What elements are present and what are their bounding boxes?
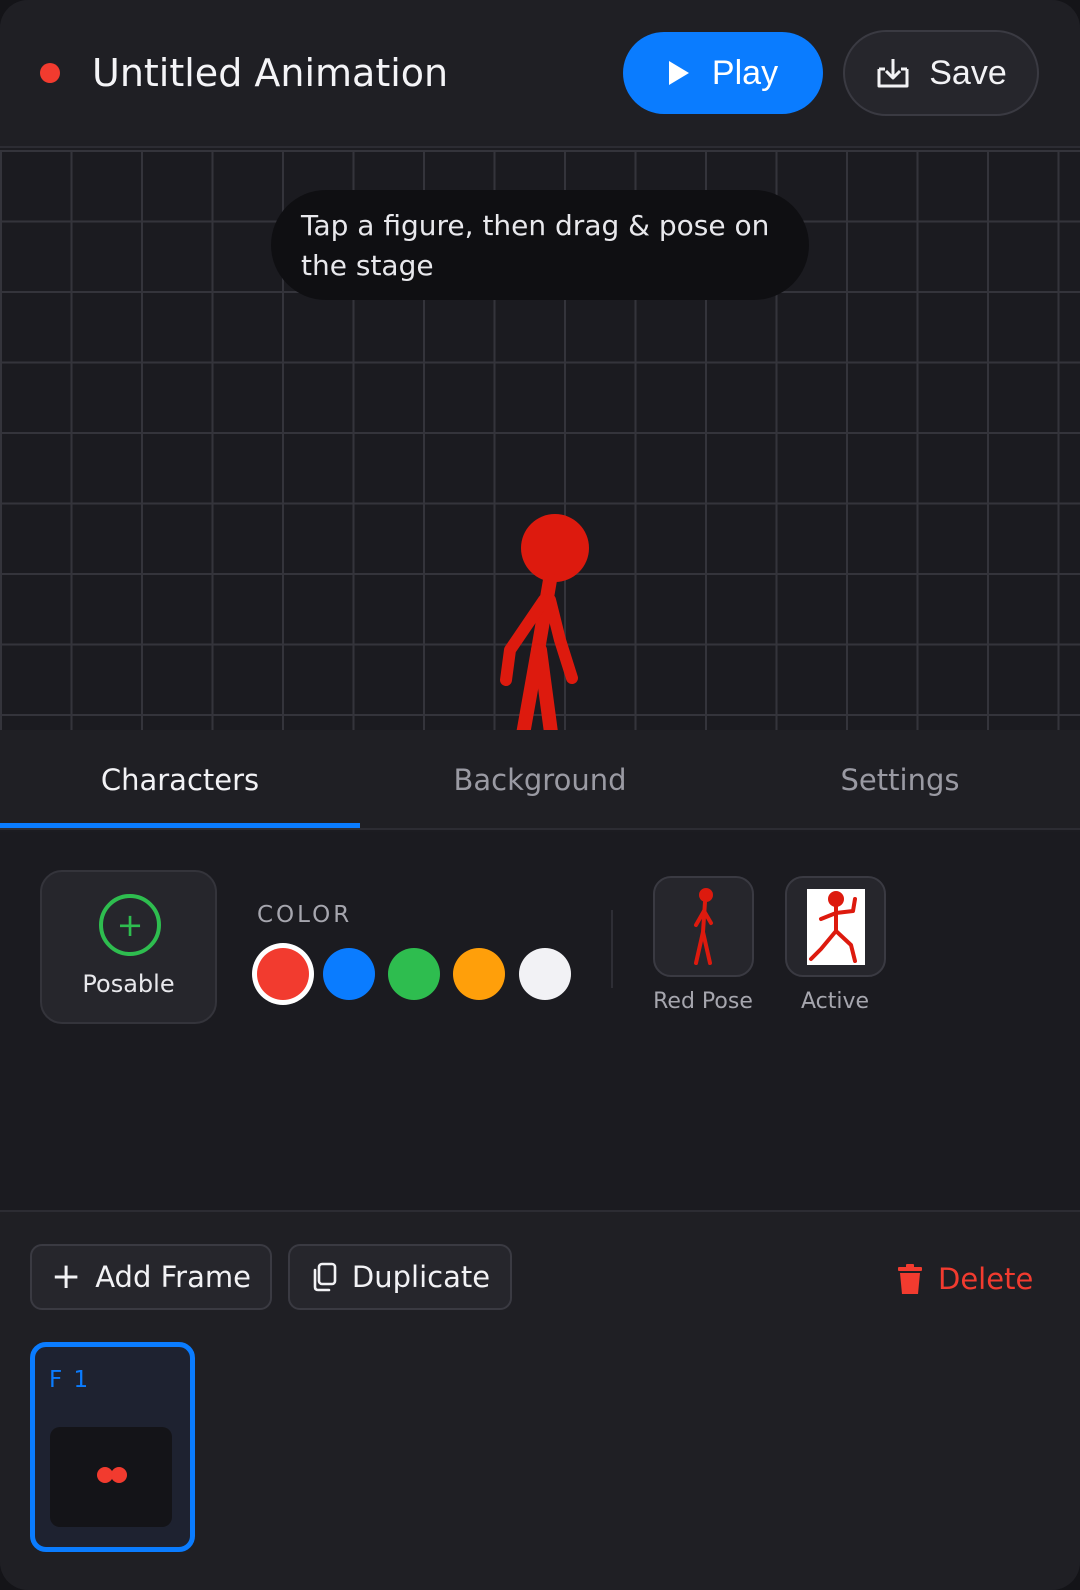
app-window: Untitled Animation Play Save Tap a figur… [0, 0, 1080, 1590]
duplicate-button[interactable]: Duplicate [288, 1244, 512, 1310]
play-icon [668, 61, 689, 85]
pose-card-active[interactable] [785, 876, 886, 977]
active-tab-indicator [0, 823, 360, 828]
color-swatch-white[interactable] [519, 948, 571, 1000]
duplicate-label: Duplicate [351, 1260, 491, 1294]
pose-card-red-pose[interactable] [653, 876, 754, 977]
frames-section: + Add Frame Duplicate Delete F 1 [0, 1210, 1080, 1590]
pose-label-active: Active [800, 989, 870, 1014]
play-label: Play [711, 53, 779, 92]
panel-tabs: Characters Background Settings [0, 730, 1080, 830]
save-label: Save [929, 53, 1007, 92]
pose-label-red-pose: Red Pose [653, 989, 753, 1014]
trash-icon [898, 1264, 922, 1294]
posable-figure-button[interactable]: + Posable [40, 870, 217, 1024]
frame-preview [50, 1427, 172, 1527]
color-swatch-blue[interactable] [323, 948, 375, 1000]
panel-divider [611, 910, 613, 988]
color-section-label: COLOR [257, 902, 353, 928]
add-frame-label: Add Frame [95, 1260, 251, 1294]
add-frame-button[interactable]: + Add Frame [30, 1244, 272, 1310]
tab-characters[interactable]: Characters [0, 730, 360, 830]
characters-panel: + Posable COLOR Red Pose Active [0, 832, 1080, 1210]
plus-icon: + [51, 1256, 82, 1297]
animation-title[interactable]: Untitled Animation [92, 48, 448, 98]
delete-label: Delete [938, 1262, 1034, 1296]
frame-preview-figure [97, 1467, 127, 1483]
save-button[interactable]: Save [843, 30, 1039, 116]
download-icon [877, 59, 909, 88]
stick-figure[interactable] [480, 510, 620, 730]
tab-settings[interactable]: Settings [720, 730, 1080, 830]
active-stick-figure-icon [806, 888, 865, 965]
red-stick-figure-icon [693, 887, 713, 965]
add-circle-icon: + [99, 894, 161, 956]
frame-number: F 1 [49, 1367, 91, 1393]
tab-background[interactable]: Background [360, 730, 720, 830]
posable-label: Posable [82, 970, 175, 998]
play-button[interactable]: Play [623, 32, 823, 114]
color-swatch-red[interactable] [257, 948, 309, 1000]
hint-tooltip: Tap a figure, then drag & pose on the st… [271, 190, 809, 300]
animation-stage[interactable]: Tap a figure, then drag & pose on the st… [0, 150, 1080, 730]
frame-thumbnail[interactable]: F 1 [30, 1342, 195, 1552]
recording-indicator [40, 63, 60, 83]
delete-button[interactable]: Delete [898, 1254, 1033, 1304]
color-swatch-green[interactable] [388, 948, 440, 1000]
color-swatch-orange[interactable] [453, 948, 505, 1000]
copy-icon [313, 1262, 337, 1292]
header-bar: Untitled Animation Play Save [0, 0, 1080, 148]
